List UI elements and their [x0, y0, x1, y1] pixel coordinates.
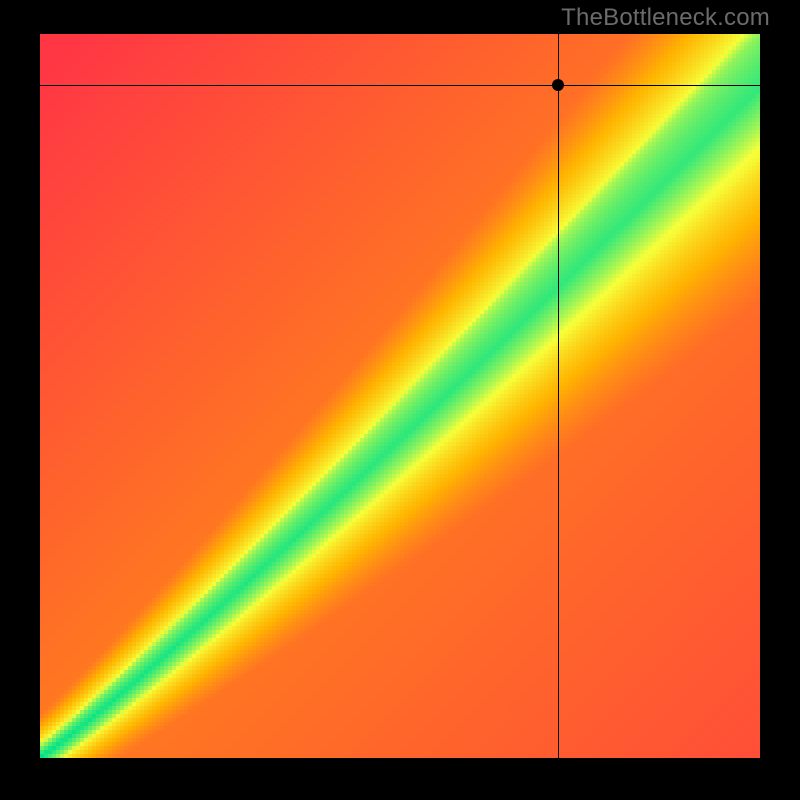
selection-marker: [552, 79, 564, 91]
heatmap-plot: [40, 34, 760, 758]
crosshair-vertical: [558, 34, 559, 758]
watermark-text: TheBottleneck.com: [561, 4, 770, 32]
crosshair-horizontal: [40, 85, 760, 86]
chart-frame: TheBottleneck.com: [0, 0, 800, 800]
heatmap-canvas: [40, 34, 760, 758]
